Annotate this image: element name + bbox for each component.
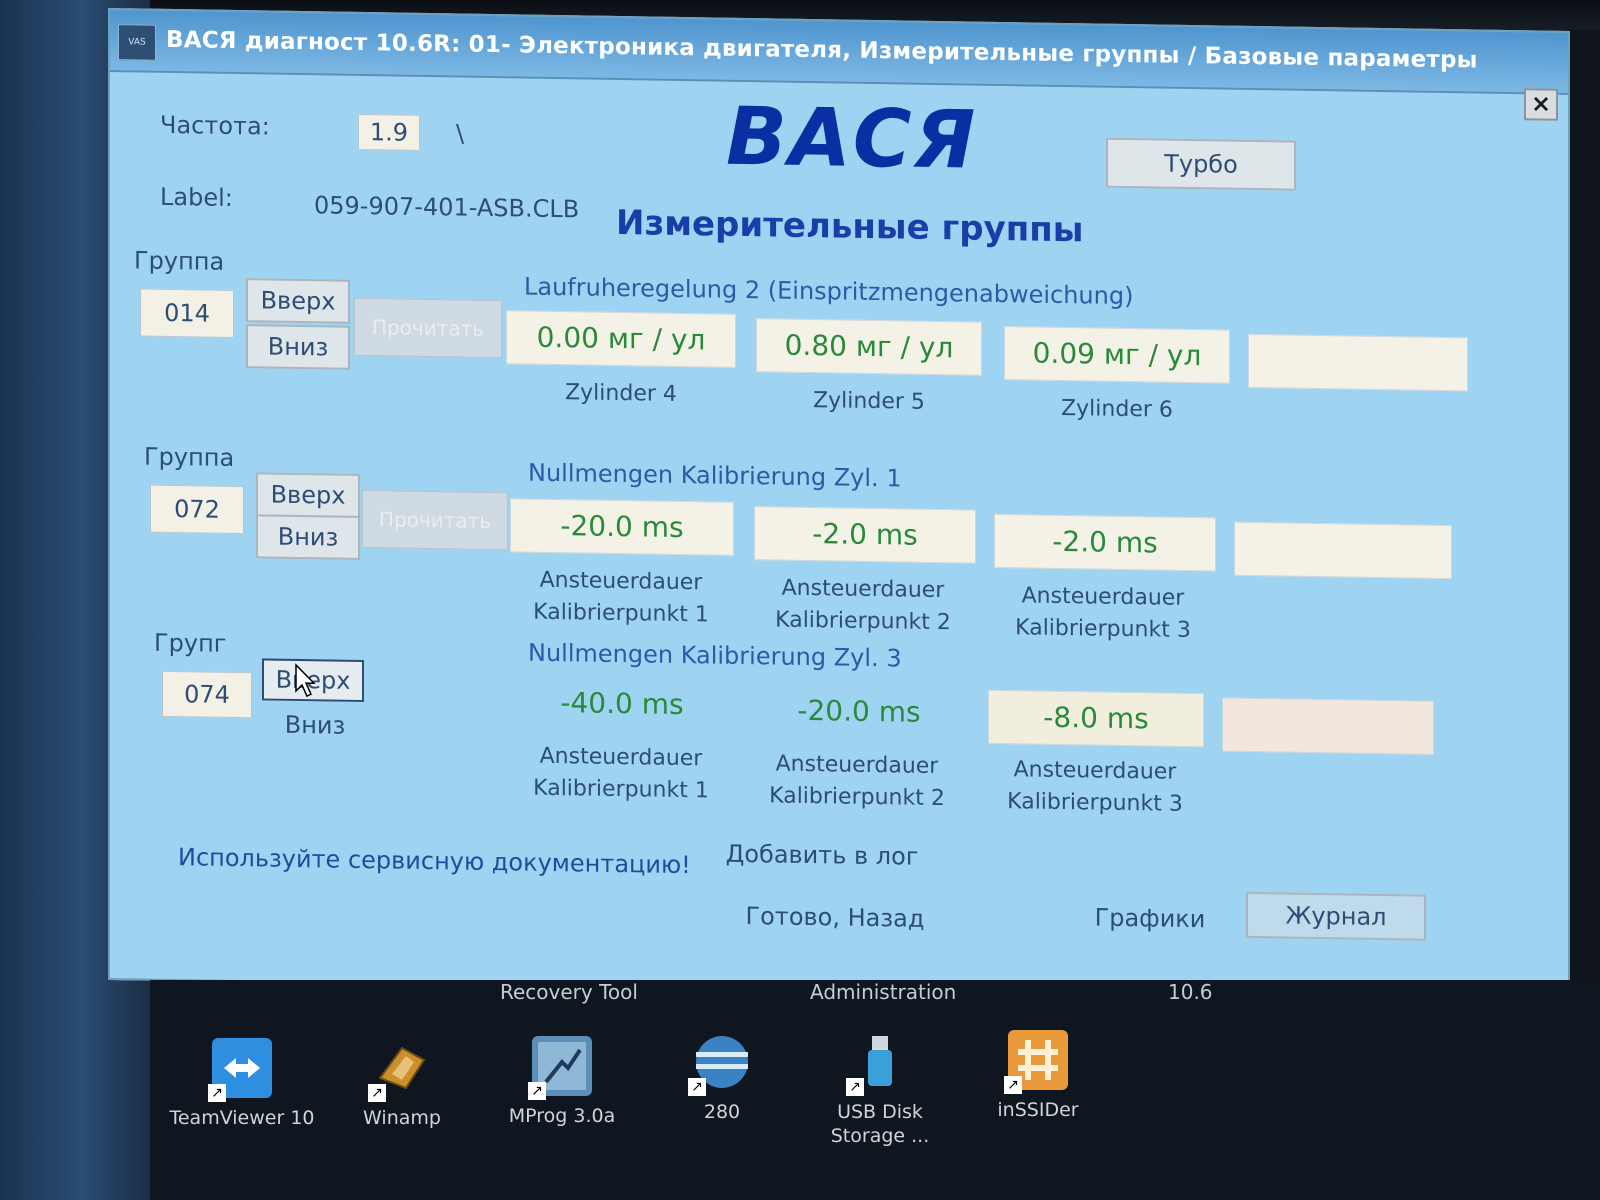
taskbar-item-recovery-tool[interactable]: Recovery Tool (500, 980, 638, 1004)
vasya-window: VAS ВАСЯ диагност 10.6R: 01- Электроника… (108, 8, 1570, 1003)
add-to-log-button[interactable]: Добавить в лог (722, 834, 922, 877)
desktop-icon-label: USB Disk Storage ... (830, 1101, 930, 1147)
app-icon: VAS (118, 24, 156, 61)
group-desc-2: Zylinder 5 (813, 388, 925, 415)
globe-icon: ↗ (688, 1032, 752, 1096)
desktop-icon-label: TeamViewer 10 (169, 1107, 315, 1129)
group-value-1: -20.0 ms (510, 498, 734, 556)
done-back-button[interactable]: Готово, Назад (710, 895, 960, 939)
shortcut-arrow-icon: ↗ (846, 1078, 864, 1096)
group-desc-1: Zylinder 4 (565, 380, 677, 407)
group-value-3: 0.09 мг / ул (1004, 326, 1230, 384)
group-desc-1: Ansteuerdauer Kalibrierpunkt 1 (533, 567, 709, 628)
group-name: Laufruheregelung 2 (Einspritzmengenabwei… (524, 272, 1134, 311)
group-caption: Группа (144, 442, 235, 472)
desktop-area: Recovery Tool Administration 10.6 ↗ Team… (150, 980, 1600, 1200)
group-down-button[interactable]: Вниз (246, 324, 350, 370)
service-doc-note: Используйте сервисную документацию! (178, 843, 691, 880)
usb-icon: ↗ (846, 1032, 910, 1096)
desktop-icon-winamp[interactable]: ↗ Winamp (322, 1038, 482, 1130)
shortcut-arrow-icon: ↗ (688, 1078, 706, 1096)
frequency-indicator: \ (456, 119, 465, 148)
turbo-button[interactable]: Турбо (1106, 137, 1296, 191)
desktop-icon-label: Winamp (363, 1107, 441, 1129)
desktop-icon-label: 280 (703, 1101, 741, 1123)
shortcut-arrow-icon: ↗ (368, 1084, 386, 1102)
brand-logo: ВАСЯ (726, 89, 978, 187)
section-title: Измерительные группы (616, 202, 1084, 251)
taskbar-item-version[interactable]: 10.6 (1168, 980, 1213, 1004)
window-title: ВАСЯ диагност 10.6R: 01- Электроника дви… (166, 26, 1478, 74)
label-caption: Label: (160, 182, 233, 212)
group-read-button[interactable]: Прочитать (354, 297, 502, 359)
group-caption: Групг (154, 628, 227, 658)
frequency-value: 1.9 (358, 113, 420, 151)
desktop-icon-label: inSSIDer (997, 1099, 1079, 1121)
desktop-icon-usb-disk[interactable]: ↗ USB Disk Storage ... (800, 1032, 960, 1148)
group-desc-3: Ansteuerdauer Kalibrierpunkt 3 (1015, 583, 1191, 644)
desktop-icon-teamviewer[interactable]: ↗ TeamViewer 10 (162, 1038, 322, 1130)
group-value-1: -40.0 ms (560, 686, 684, 722)
desktop-icon-inssider[interactable]: ↗ inSSIDer (958, 1030, 1118, 1122)
group-number-input[interactable]: 074 (162, 670, 252, 719)
desktop-icon-mprog[interactable]: ↗ MProg 3.0a (482, 1036, 642, 1128)
group-value-4 (1248, 333, 1468, 392)
group-number-input[interactable]: 072 (150, 484, 244, 535)
teamviewer-icon: ↗ (208, 1038, 272, 1102)
label-filename: 059-907-401-ASB.CLB (314, 191, 580, 224)
shortcut-arrow-icon: ↗ (208, 1084, 226, 1102)
desktop-icon-280[interactable]: ↗ 280 (642, 1032, 802, 1124)
frequency-label: Частота: (160, 110, 270, 141)
group-value-3: -8.0 ms (988, 689, 1204, 748)
group-value-1: 0.00 мг / ул (506, 310, 736, 368)
group-value-4 (1234, 521, 1452, 580)
shortcut-arrow-icon: ↗ (1004, 1076, 1022, 1094)
group-number-input[interactable]: 014 (140, 288, 234, 338)
mouse-cursor-icon (295, 663, 316, 698)
group-value-3: -2.0 ms (994, 513, 1216, 572)
close-button[interactable]: × (1524, 88, 1558, 121)
group-desc-2: Ansteuerdauer Kalibrierpunkt 2 (769, 751, 945, 812)
group-value-2: -20.0 ms (797, 693, 921, 729)
group-desc-2: Ansteuerdauer Kalibrierpunkt 2 (775, 575, 951, 636)
shortcut-arrow-icon: ↗ (528, 1082, 546, 1100)
mprog-icon: ↗ (528, 1036, 592, 1100)
group-down-button[interactable]: Вниз (264, 704, 366, 746)
group-name: Nullmengen Kalibrierung Zyl. 3 (528, 638, 902, 673)
group-down-button[interactable]: Вниз (256, 514, 360, 560)
group-value-4 (1222, 697, 1434, 755)
group-read-button[interactable]: Прочитать (362, 489, 508, 551)
winamp-icon: ↗ (368, 1038, 432, 1102)
group-up-button[interactable]: Вверх (256, 472, 360, 518)
group-desc-3: Ansteuerdauer Kalibrierpunkt 3 (1007, 757, 1183, 817)
group-desc-3: Zylinder 6 (1061, 395, 1173, 423)
desktop-icon-label: MProg 3.0a (508, 1105, 616, 1127)
group-name: Nullmengen Kalibrierung Zyl. 1 (528, 458, 902, 493)
group-desc-1: Ansteuerdauer Kalibrierpunkt 1 (533, 743, 709, 804)
group-up-button[interactable]: Вверх (246, 278, 350, 324)
graphs-button[interactable]: Графики (1060, 897, 1240, 940)
taskbar-item-administration[interactable]: Administration (810, 980, 956, 1004)
group-caption: Группа (134, 246, 225, 276)
group-value-2: 0.80 мг / ул (756, 318, 982, 376)
inssider-icon: ↗ (1004, 1030, 1068, 1094)
group-value-2: -2.0 ms (754, 506, 976, 564)
journal-button[interactable]: Журнал (1246, 891, 1426, 941)
